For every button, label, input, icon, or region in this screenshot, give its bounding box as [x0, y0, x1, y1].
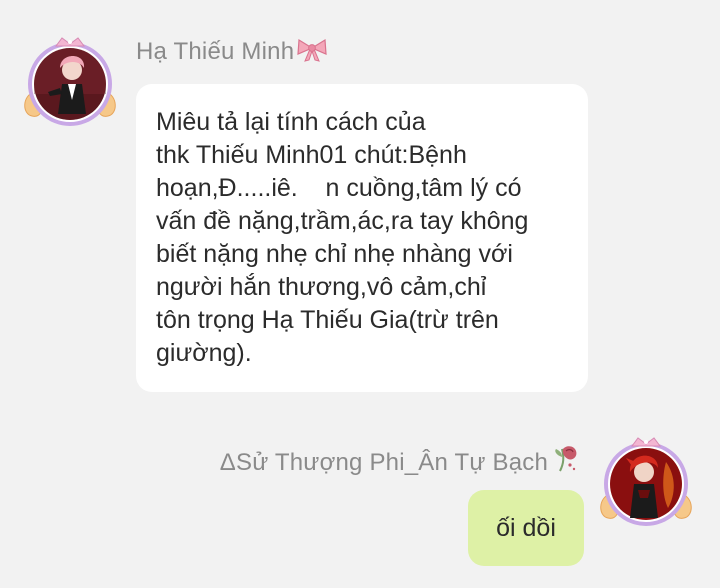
ribbon-icon [296, 36, 328, 69]
message-bubble[interactable]: ối dồi [468, 490, 584, 566]
avatar[interactable] [596, 432, 696, 532]
avatar[interactable] [20, 30, 120, 130]
message-text: ối dồi [496, 513, 556, 542]
wilted-rose-icon [550, 443, 580, 480]
sender-name: ΔSử Thượng Phi_Ân Tự Bạch [220, 443, 580, 480]
message-bubble[interactable]: Miêu tả lại tính cách của thk Thiếu Minh… [136, 84, 588, 392]
sender-name: Hạ Thiếu Minh [136, 36, 328, 69]
